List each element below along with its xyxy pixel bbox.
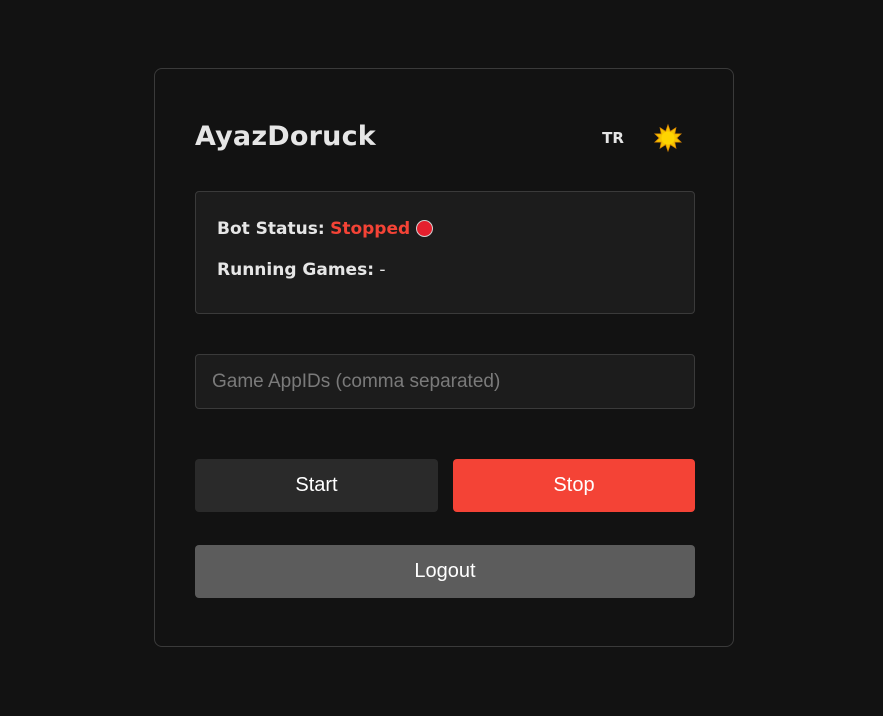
stop-button[interactable]: Stop <box>453 459 695 512</box>
card-header: AyazDoruck TR <box>195 119 695 155</box>
running-games-row: Running Games: - <box>217 257 386 283</box>
status-panel: Bot Status: Stopped Running Games: - <box>195 191 695 314</box>
bot-status-label: Bot Status: <box>217 219 325 239</box>
language-toggle-button[interactable]: TR <box>597 125 629 151</box>
bot-status-value: Stopped <box>330 219 411 239</box>
theme-toggle-button[interactable] <box>653 123 683 153</box>
sun-icon <box>654 123 682 153</box>
bot-status-row: Bot Status: Stopped <box>217 216 434 242</box>
bot-control-card: AyazDoruck TR Bot Status: Stopped Runnin… <box>154 68 734 647</box>
running-games-label: Running Games: <box>217 260 375 280</box>
start-button[interactable]: Start <box>195 459 438 512</box>
status-indicator-icon <box>416 220 434 237</box>
running-games-value: - <box>379 260 386 280</box>
app-title: AyazDoruck <box>195 121 376 152</box>
logout-button[interactable]: Logout <box>195 545 695 598</box>
game-appids-input[interactable] <box>195 354 695 409</box>
